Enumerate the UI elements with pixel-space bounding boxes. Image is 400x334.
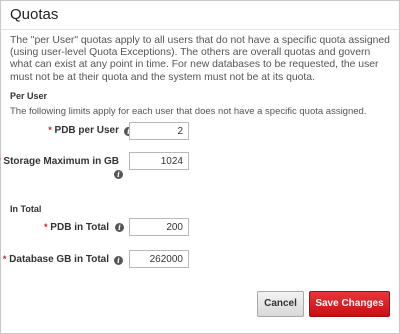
storage-max-label: * Storage Maximum in GB — [0, 156, 119, 167]
pdb-in-total-info-icon[interactable]: i — [115, 223, 124, 232]
database-gb-total-label: * Database GB in Total — [3, 254, 109, 265]
quotas-dialog: Quotas The "per User" quotas apply to al… — [0, 0, 400, 334]
in-total-heading: In Total — [10, 204, 42, 214]
required-marker: * — [0, 156, 1, 166]
cancel-button[interactable]: Cancel — [257, 291, 304, 317]
database-gb-total-info-icon[interactable]: i — [114, 256, 123, 265]
pdb-in-total-label: * PDB in Total — [44, 222, 109, 233]
per-user-heading: Per User — [10, 91, 48, 101]
storage-max-input[interactable] — [129, 152, 189, 170]
pdb-per-user-label-text: PDB per User — [54, 125, 119, 136]
dialog-title: Quotas — [10, 6, 59, 23]
per-user-note: The following limits apply for each user… — [10, 106, 367, 117]
dialog-title-bar: Quotas — [1, 1, 399, 30]
database-gb-total-label-text: Database GB in Total — [9, 254, 109, 265]
dialog-description: The "per User" quotas apply to all users… — [10, 35, 390, 83]
storage-max-label-text: Storage Maximum in GB — [3, 156, 119, 167]
required-marker: * — [48, 125, 52, 135]
storage-max-info-icon[interactable]: i — [114, 170, 123, 179]
database-gb-total-input[interactable] — [129, 250, 189, 268]
pdb-in-total-label-text: PDB in Total — [50, 222, 109, 233]
pdb-per-user-input[interactable] — [129, 122, 189, 140]
required-marker: * — [2, 254, 7, 264]
pdb-in-total-input[interactable] — [129, 218, 189, 236]
pdb-per-user-label: * PDB per User — [48, 125, 119, 136]
required-marker: * — [44, 222, 48, 232]
save-changes-button[interactable]: Save Changes — [309, 291, 390, 317]
